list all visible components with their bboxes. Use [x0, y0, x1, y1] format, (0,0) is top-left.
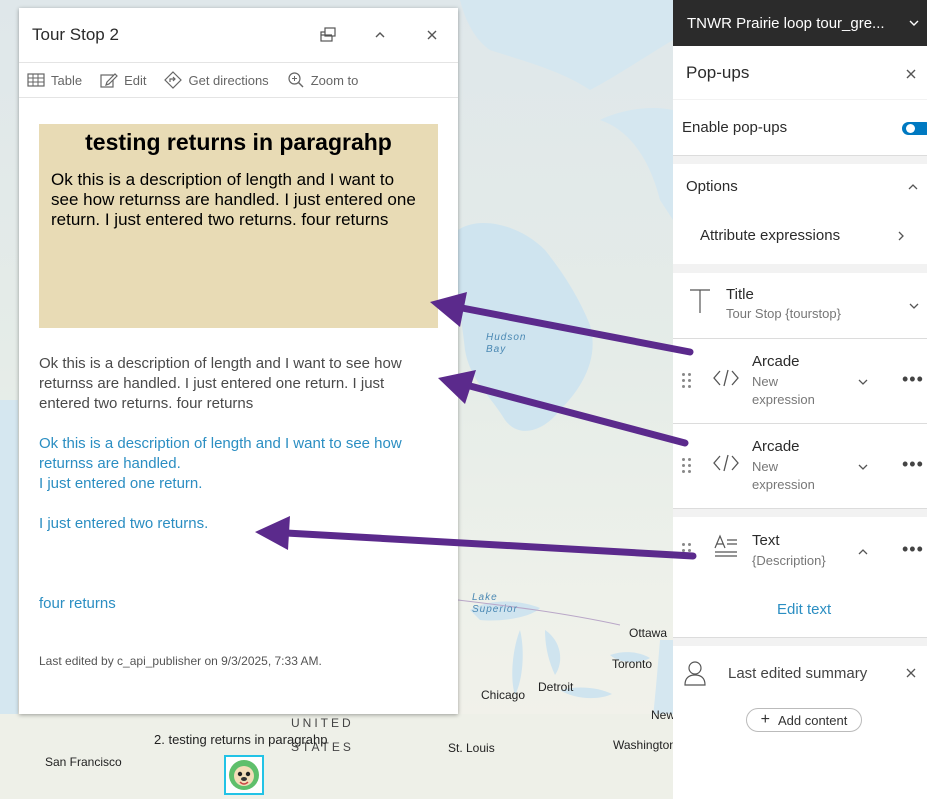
code-icon [713, 369, 739, 387]
arcade-2-sub-2: expression [752, 477, 815, 492]
dock-icon [320, 27, 336, 42]
chevron-down-icon[interactable] [857, 376, 869, 388]
arcade-2-sub-1: New [752, 459, 779, 474]
popup-config-panel: TNWR Prairie loop tour_gre... Pop-ups En… [673, 0, 927, 799]
text-line-1: Ok this is a description of length and I… [39, 435, 402, 472]
table-icon [27, 73, 45, 87]
text-element-label: Text [752, 532, 780, 549]
title-element[interactable]: Title Tour Stop {tourstop} [673, 273, 927, 339]
feature-label: 2. testing returns in paragrahp [154, 732, 328, 747]
table-action-label: Table [51, 72, 83, 88]
dock-button[interactable] [302, 8, 354, 62]
more-options-icon[interactable]: ••• [902, 369, 924, 390]
table-action[interactable]: Table [27, 72, 82, 88]
add-content-label: Add content [777, 712, 848, 728]
get-directions-label: Get directions [188, 72, 269, 88]
arcade-1-sub-1: New [752, 374, 779, 389]
hudson-bay-label: Hudson Bay [486, 332, 527, 355]
directions-icon [164, 71, 183, 89]
text-line-2: I just entered one return. [39, 475, 203, 492]
new-york-label: New [651, 708, 676, 722]
text-element-sub: {Description} [752, 553, 826, 568]
more-options-icon[interactable]: ••• [902, 539, 924, 560]
washington-label: Washington [613, 738, 676, 752]
text-format-icon [714, 534, 737, 557]
attribute-expressions-item[interactable]: Attribute expressions [700, 227, 840, 244]
edit-icon [100, 73, 118, 88]
drag-handle-icon[interactable] [682, 543, 692, 559]
toronto-label: Toronto [612, 657, 653, 671]
lake-superior-label: Lake Superior [472, 592, 518, 615]
united-label: UNITED [291, 716, 354, 730]
edit-text-link[interactable]: Edit text [777, 601, 831, 618]
user-icon [684, 661, 706, 686]
chevron-up-icon[interactable] [857, 546, 869, 558]
arcade-2-label: Arcade [752, 438, 800, 455]
zoom-to-action[interactable]: Zoom to [287, 71, 359, 89]
last-edited-summary-label: Last edited summary [728, 665, 868, 682]
arcade-element-2[interactable]: Arcade New expression ••• [673, 424, 927, 509]
close-icon[interactable] [905, 667, 917, 679]
add-content-button[interactable]: + Add content [746, 708, 862, 732]
code-icon [713, 454, 739, 472]
get-directions-action[interactable]: Get directions [164, 71, 269, 89]
arcade-box-description: Ok this is a description of length and I… [51, 170, 416, 229]
chevron-down-icon[interactable] [857, 461, 869, 473]
arcade-plain-description: Ok this is a description of length and I… [39, 355, 402, 412]
chevron-up-icon[interactable] [907, 181, 919, 193]
popup-title: Tour Stop 2 [32, 25, 119, 44]
ottawa-label: Ottawa [629, 626, 668, 640]
zoom-in-icon [288, 72, 304, 88]
popup-header: Tour Stop 2 [19, 8, 458, 63]
drag-handle-icon[interactable] [682, 458, 692, 474]
plus-icon: + [760, 711, 770, 728]
options-section: Options Attribute expressions [673, 164, 927, 264]
close-popup-button[interactable] [406, 8, 458, 62]
chevron-down-icon [909, 20, 919, 26]
title-element-sub: Tour Stop {tourstop} [726, 306, 841, 321]
chevron-right-icon[interactable] [895, 230, 907, 242]
text-element[interactable]: Text {Description} ••• Edit text [673, 517, 927, 638]
close-icon [427, 30, 437, 40]
popup-content: testing returns in paragrahp Ok this is … [19, 98, 458, 614]
arcade-1-sub-2: expression [752, 392, 815, 407]
panel-heading: Pop-ups [686, 63, 750, 82]
edit-action-label: Edit [124, 72, 147, 88]
text-line-3: I just entered two returns. [39, 515, 209, 532]
chevron-down-icon[interactable] [908, 300, 920, 312]
title-text-icon [690, 289, 710, 313]
chicago-label: Chicago [481, 688, 526, 702]
close-panel-icon[interactable] [905, 68, 917, 80]
arcade-1-label: Arcade [752, 353, 800, 370]
arcade-box-title: testing returns in paragrahp [85, 129, 392, 155]
enable-popups-row: Enable pop-ups [673, 100, 927, 156]
popups-header: Pop-ups [673, 46, 927, 99]
title-element-label: Title [726, 286, 754, 303]
last-edited-info: Last edited by c_api_publisher on 9/3/20… [39, 654, 322, 668]
feature-marker[interactable] [224, 755, 264, 795]
text-line-4: four returns [39, 595, 116, 612]
collapse-button[interactable] [354, 8, 406, 62]
san-francisco-label: San Francisco [45, 755, 122, 769]
layer-title: TNWR Prairie loop tour_gre... [687, 14, 885, 32]
toggle-knob [906, 124, 915, 133]
enable-popups-toggle[interactable] [902, 122, 927, 135]
st-louis-label: St. Louis [448, 741, 495, 755]
more-options-icon[interactable]: ••• [902, 454, 924, 475]
options-label[interactable]: Options [686, 178, 738, 195]
dog-icon [229, 760, 259, 790]
enable-popups-label: Enable pop-ups [682, 119, 788, 136]
popup-toolbar: Table Edit Get directions Zoom to [19, 63, 458, 98]
edit-action[interactable]: Edit [100, 72, 146, 88]
drag-handle-icon[interactable] [682, 373, 692, 389]
chevron-up-icon [375, 32, 385, 38]
arcade-html-box: testing returns in paragrahp Ok this is … [39, 124, 438, 328]
arcade-element-1[interactable]: Arcade New expression ••• [673, 339, 927, 424]
zoom-to-label: Zoom to [310, 72, 359, 88]
layer-selector[interactable]: TNWR Prairie loop tour_gre... [673, 0, 927, 46]
popup-window: Tour Stop 2 Table Edit Get directions Zo… [19, 8, 458, 714]
detroit-label: Detroit [538, 680, 574, 694]
text-element-content: Ok this is a description of length and I… [39, 434, 438, 614]
